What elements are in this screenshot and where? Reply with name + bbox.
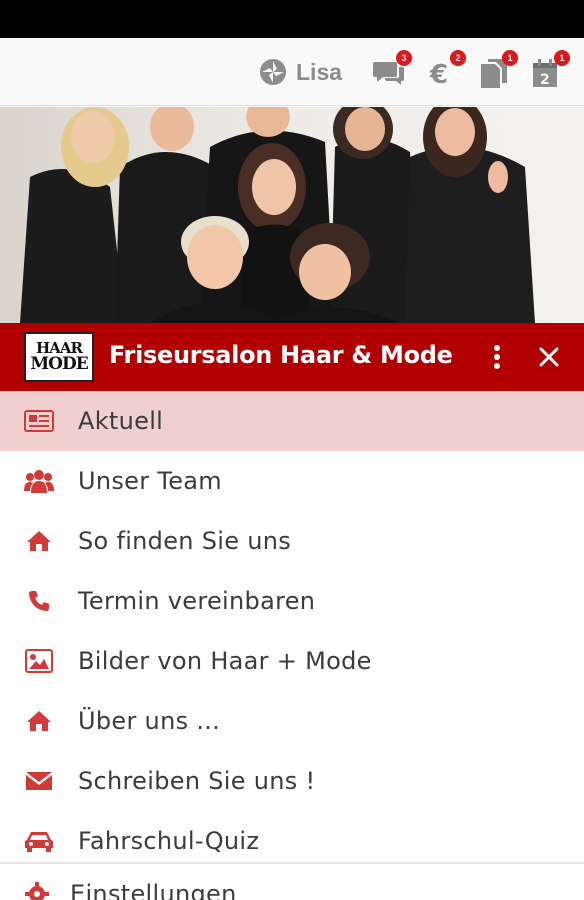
menu-item-label: Aktuell bbox=[78, 407, 164, 435]
menu-item-termin-vereinbaren[interactable]: Termin vereinbaren bbox=[0, 571, 584, 631]
menu-item-unser-team[interactable]: Unser Team bbox=[0, 451, 584, 511]
menu-item-label: Fahrschul-Quiz bbox=[78, 827, 260, 855]
svg-text:€: € bbox=[429, 60, 448, 90]
home-icon bbox=[24, 707, 54, 735]
salon-logo: HAAR MODE bbox=[24, 332, 94, 382]
menu-item-bilder[interactable]: Bilder von Haar + Mode bbox=[0, 631, 584, 691]
phone-icon bbox=[24, 587, 54, 615]
app-title: Friseursalon Haar & Mode bbox=[109, 341, 453, 369]
more-vertical-icon bbox=[494, 345, 500, 369]
menu-item-label: Termin vereinbaren bbox=[78, 587, 316, 615]
user-status-icon bbox=[260, 59, 286, 85]
menu-item-label: Bilder von Haar + Mode bbox=[78, 647, 372, 675]
logo-text-bottom: MODE bbox=[30, 354, 88, 374]
menu-item-einstellungen[interactable]: Einstellungen bbox=[0, 864, 584, 900]
image-icon bbox=[24, 647, 54, 675]
app-header: HAAR MODE Friseursalon Haar & Mode bbox=[0, 323, 584, 391]
close-icon bbox=[539, 347, 559, 367]
menu-item-label: Über uns ... bbox=[78, 707, 221, 735]
payments-button[interactable]: € 2 bbox=[426, 50, 466, 90]
team-photo bbox=[0, 107, 584, 323]
user-name: Lisa bbox=[296, 58, 343, 85]
menu-item-ueber-uns[interactable]: Über uns ... bbox=[0, 691, 584, 751]
documents-badge: 1 bbox=[502, 50, 518, 66]
envelope-icon bbox=[24, 767, 54, 795]
menu-item-label: Einstellungen bbox=[70, 880, 237, 900]
close-button[interactable] bbox=[532, 340, 566, 374]
user-profile[interactable]: Lisa bbox=[258, 56, 342, 88]
status-bar bbox=[0, 0, 584, 38]
svg-text:2: 2 bbox=[540, 72, 550, 88]
top-bar: Lisa 3 € 2 1 2 1 bbox=[0, 38, 584, 106]
more-options-button[interactable] bbox=[480, 340, 514, 374]
messages-badge: 3 bbox=[396, 50, 412, 66]
menu-item-aktuell[interactable]: Aktuell bbox=[0, 391, 584, 451]
calendar-badge: 1 bbox=[554, 50, 570, 66]
documents-button[interactable]: 1 bbox=[478, 50, 518, 90]
messages-button[interactable]: 3 bbox=[372, 50, 412, 90]
newspaper-icon bbox=[24, 407, 54, 435]
menu-item-schreiben-sie-uns[interactable]: Schreiben Sie uns ! bbox=[0, 751, 584, 811]
payments-badge: 2 bbox=[450, 50, 466, 66]
users-icon bbox=[24, 467, 54, 495]
menu-item-label: Schreiben Sie uns ! bbox=[78, 767, 316, 795]
gear-icon bbox=[22, 880, 52, 900]
home-icon bbox=[24, 527, 54, 555]
menu-item-label: Unser Team bbox=[78, 467, 222, 495]
navigation-menu: Aktuell Unser Team So finden Sie uns Ter… bbox=[0, 391, 584, 871]
calendar-button[interactable]: 2 1 bbox=[530, 50, 570, 90]
menu-item-label: So finden Sie uns bbox=[78, 527, 292, 555]
menu-item-so-finden-sie-uns[interactable]: So finden Sie uns bbox=[0, 511, 584, 571]
car-icon bbox=[24, 827, 54, 855]
